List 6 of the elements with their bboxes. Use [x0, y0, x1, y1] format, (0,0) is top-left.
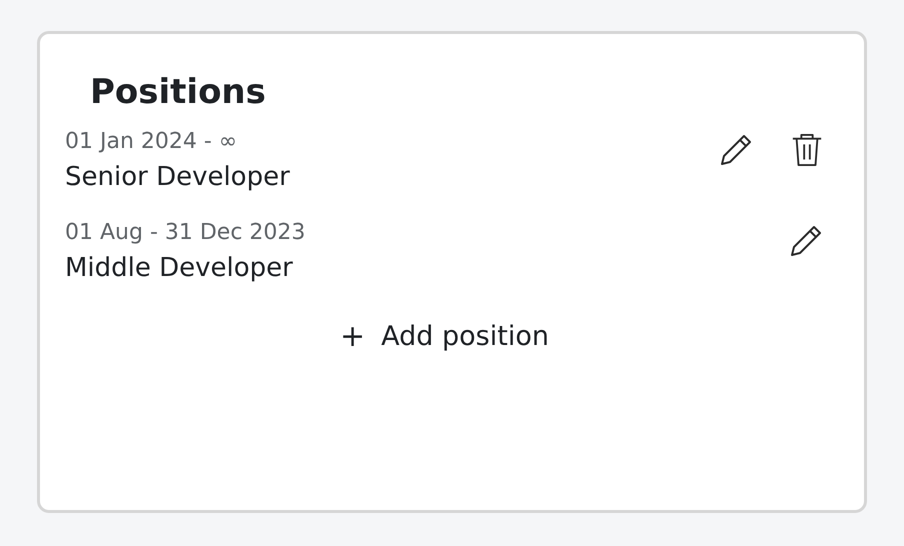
- position-period: 01 Jan 2024 - ∞: [65, 128, 238, 154]
- position-period: 01 Aug - 31 Dec 2023: [65, 220, 306, 245]
- add-position-button[interactable]: + Add position: [332, 314, 557, 358]
- position-title: Middle Developer: [65, 252, 294, 283]
- position-title: Senior Developer: [65, 162, 290, 192]
- card-title: Positions: [90, 72, 267, 113]
